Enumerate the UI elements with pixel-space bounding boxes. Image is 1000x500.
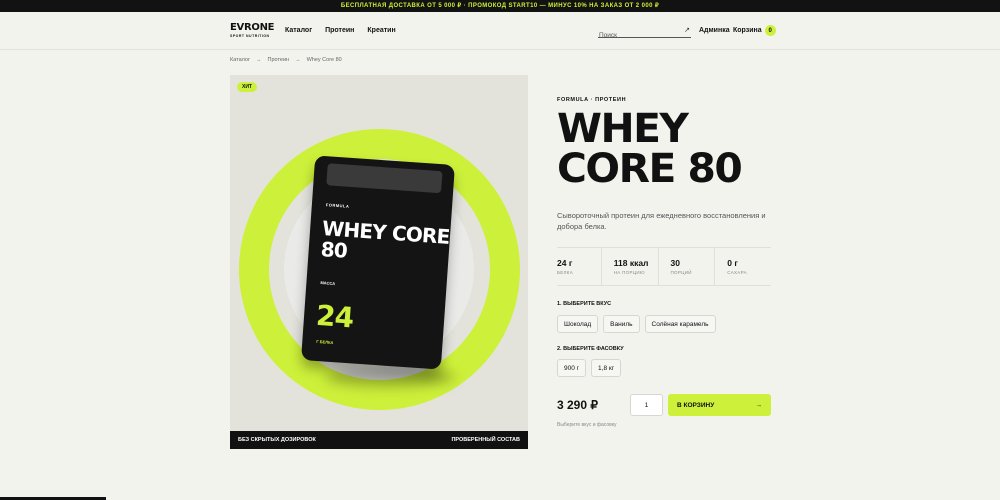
stat-label: НА ПОРЦИЮ — [613, 270, 645, 275]
arrow-right-icon: → — [755, 401, 763, 409]
product-info: FORMULA · ПРОТЕИН WHEY CORE 80 Сывороточ… — [557, 97, 771, 428]
flavor-salted-caramel-button[interactable]: Солёная карамель — [644, 315, 716, 333]
pack-lid — [326, 163, 443, 194]
stat-label: ПОРЦИЙ — [670, 270, 692, 275]
nav-item-protein[interactable]: Протеин — [325, 27, 354, 34]
product-pack: FORMULA WHEY CORE 80 МАССА 24 Г БЕЛКА — [301, 155, 455, 370]
hero-footer-right: ПРОВЕРЕННЫЙ СОСТАВ — [451, 437, 520, 443]
cart-label: Корзина — [733, 27, 762, 34]
nav-item-catalog[interactable]: Каталог — [285, 27, 312, 34]
search-input[interactable] — [598, 29, 678, 42]
stat-value: 30 — [670, 258, 680, 268]
price: 3 290 ₽ — [557, 398, 598, 412]
flavor-chocolate-button[interactable]: Шоколад — [557, 315, 599, 333]
stat-value: 118 ккал — [613, 258, 649, 268]
hero-footer: БЕЗ СКРЫТЫХ ДОЗИРОВОК ПРОВЕРЕННЫЙ СОСТАВ — [230, 431, 528, 449]
promo-bar: БЕСПЛАТНАЯ ДОСТАВКА ОТ 5 000 ₽ · ПРОМОКО… — [0, 0, 1000, 12]
breadcrumb-separator: → — [295, 57, 301, 63]
stat-sugar: 0 г САХАРА — [715, 248, 771, 285]
size-900g-button[interactable]: 900 г — [557, 359, 587, 377]
product-category: FORMULA · ПРОТЕИН — [557, 97, 627, 103]
stat-calories: 118 ккал НА ПОРЦИЮ — [602, 248, 659, 285]
product-description: Сывороточный протеин для ежедневного вос… — [557, 211, 766, 231]
pack-protein-label: Г БЕЛКА — [316, 338, 334, 346]
search-box: ↗ — [598, 24, 691, 42]
size-options: 900 г 1,8 кг — [557, 359, 622, 377]
flavor-label: 1. ВЫБЕРИТЕ ВКУС — [557, 301, 612, 307]
product-title-line1: WHEY — [557, 106, 689, 152]
hit-badge: ХИТ — [237, 82, 257, 92]
stat-label: САХАРА — [727, 270, 747, 275]
breadcrumb-separator: → — [256, 57, 262, 63]
stat-label: БЕЛКА — [557, 270, 574, 275]
logo-text: EVRONE — [230, 22, 275, 33]
nutrition-stats: 24 г БЕЛКА 118 ккал НА ПОРЦИЮ 30 ПОРЦИЙ … — [557, 247, 771, 286]
quantity-input[interactable]: 1 — [630, 394, 663, 416]
breadcrumb: Каталог → Протеин → Whey Core 80 — [230, 57, 342, 63]
stat-servings: 30 ПОРЦИЙ — [659, 248, 716, 285]
size-1-8kg-button[interactable]: 1,8 кг — [591, 359, 622, 377]
cart-count-badge: 0 — [764, 25, 776, 36]
product-title-line2: CORE 80 — [557, 146, 743, 192]
search-arrow-icon[interactable]: ↗ — [684, 26, 690, 34]
pack-title: WHEY CORE 80 — [319, 216, 451, 263]
header: EVRONE SPORT NUTRITION Каталог Протеин К… — [0, 12, 1000, 50]
pack-protein-number: 24 — [315, 298, 355, 335]
add-to-cart-label: В КОРЗИНУ — [677, 401, 715, 409]
pack-mass-label: МАССА — [320, 280, 336, 287]
pack-formula-label: FORMULA — [325, 202, 350, 209]
breadcrumb-current: Whey Core 80 — [306, 57, 342, 63]
add-to-cart-button[interactable]: В КОРЗИНУ → — [668, 394, 771, 416]
pack-shadow — [325, 367, 455, 387]
breadcrumb-protein[interactable]: Протеин — [268, 57, 290, 63]
main-nav: Каталог Протеин Креатин — [285, 27, 396, 34]
selection-hint: Выберите вкус и фасовку — [557, 422, 617, 428]
stat-value: 0 г — [727, 258, 738, 268]
breadcrumb-catalog[interactable]: Каталог — [230, 57, 250, 63]
nav-item-creatine[interactable]: Креатин — [367, 27, 395, 34]
stat-protein: 24 г БЕЛКА — [557, 248, 602, 285]
product-image: ХИТ FORMULA WHEY CORE 80 МАССА 24 Г БЕЛК… — [230, 75, 528, 449]
flavor-options: Шоколад Ваниль Солёная карамель — [557, 315, 716, 333]
stat-value: 24 г — [557, 258, 573, 268]
flavor-vanilla-button[interactable]: Ваниль — [603, 315, 640, 333]
hero-footer-left: БЕЗ СКРЫТЫХ ДОЗИРОВОК — [238, 437, 316, 443]
logo[interactable]: EVRONE SPORT NUTRITION — [230, 22, 275, 39]
size-label: 2. ВЫБЕРИТЕ ФАСОВКУ — [557, 346, 624, 352]
cart-button[interactable]: Корзина 0 — [733, 25, 776, 36]
admin-link[interactable]: Админка — [699, 27, 730, 34]
logo-subtitle: SPORT NUTRITION — [230, 34, 270, 38]
product-title: WHEY CORE 80 — [557, 109, 863, 189]
